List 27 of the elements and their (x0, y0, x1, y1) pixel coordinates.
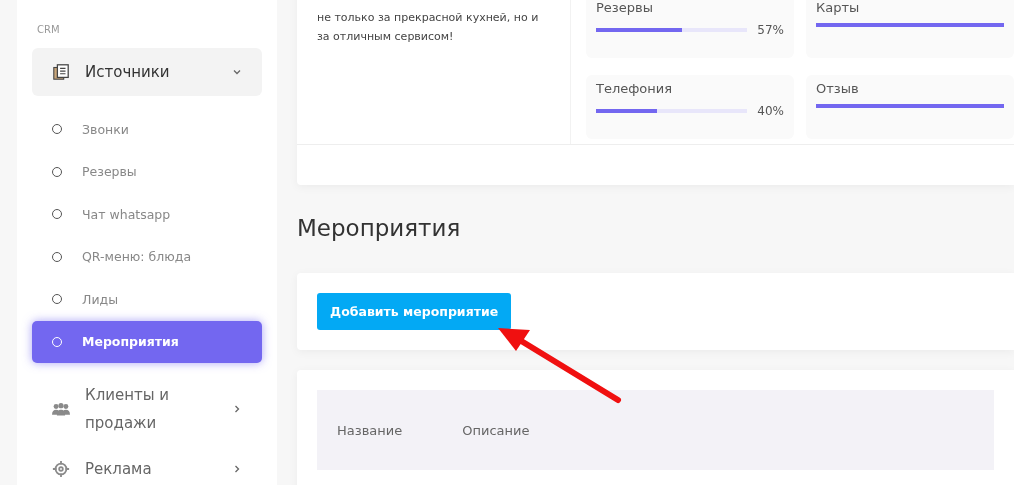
sidebar-group[interactable]: Реклама (32, 445, 262, 485)
column-header: Описание (462, 422, 530, 438)
sidebar-item[interactable]: Лиды (32, 278, 262, 321)
sidebar-group[interactable]: Клиенты и продажи (32, 385, 262, 433)
metric-value: 40% (757, 104, 784, 118)
add-event-button[interactable]: Добавить мероприятие (317, 293, 512, 330)
description-text: не только за прекрасной кухней, но и за отличным сервисом! (297, 0, 571, 144)
page-title: Мероприятия (297, 215, 462, 241)
chevron-right-icon (232, 404, 242, 414)
chevron-down-icon (232, 67, 242, 77)
column-header: Название (337, 422, 403, 438)
metric-label: Карты (816, 0, 861, 15)
metric-value: 57% (757, 23, 784, 37)
sidebar-item[interactable]: QR-меню: блюда (32, 235, 262, 278)
section-label: CRM (37, 24, 61, 35)
sidebar-item[interactable]: Резервы (32, 150, 262, 193)
people-icon (52, 400, 70, 418)
sidebar-group[interactable]: Источники (32, 48, 262, 96)
documents-icon (52, 63, 70, 81)
metric-label: Резервы (596, 0, 654, 15)
crosshair-icon (52, 460, 70, 478)
metric-label: Отзыв (816, 81, 860, 96)
metric-label: Телефония (596, 81, 674, 96)
sidebar-item[interactable]: Звонки (32, 108, 262, 151)
chevron-right-icon (232, 464, 242, 474)
sidebar-item[interactable]: Чат whatsapp (32, 193, 262, 236)
sidebar-item[interactable]: Мероприятия (32, 320, 262, 363)
